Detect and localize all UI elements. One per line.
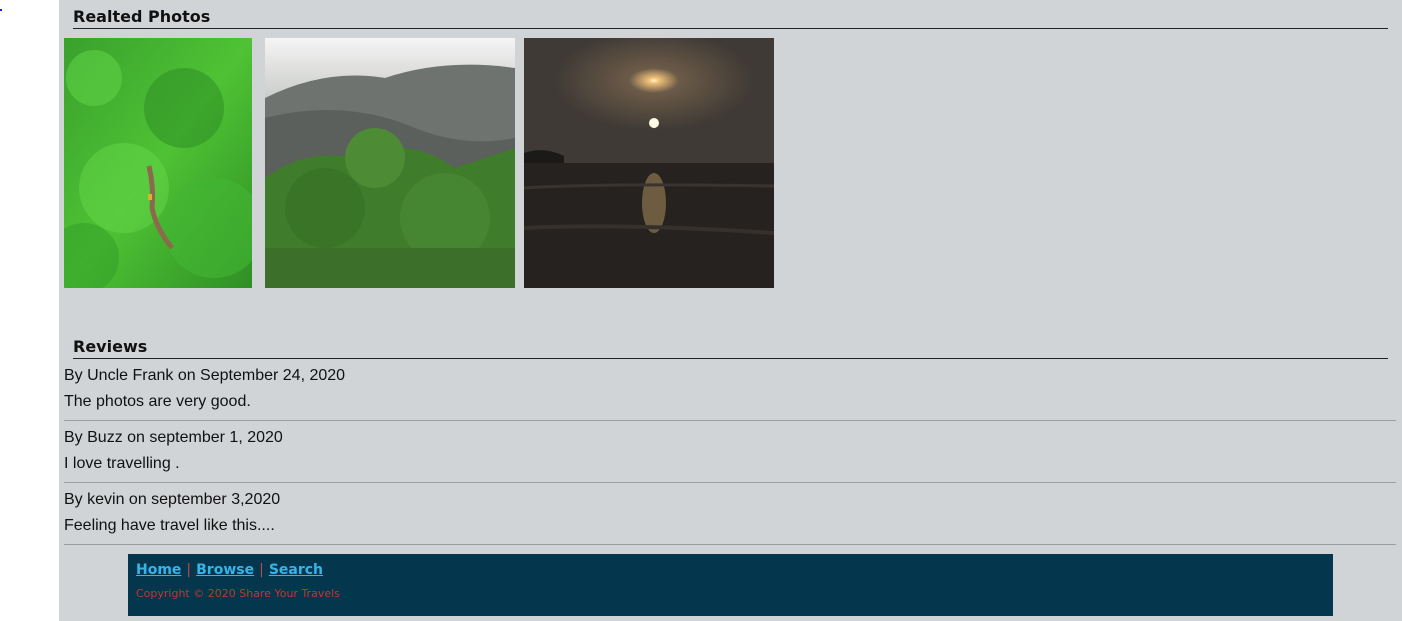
- reviews-heading: Reviews: [73, 337, 1388, 359]
- nav-separator: |: [186, 562, 192, 578]
- nav-separator: |: [259, 562, 264, 578]
- review-item: By Uncle Frank on September 24, 2020 The…: [64, 366, 1396, 421]
- related-photos-heading: Realted Photos: [73, 7, 1388, 29]
- review-divider: [64, 544, 1396, 545]
- copyright-text: Copyright © 2020 Share Your Travels: [136, 587, 340, 600]
- review-divider: [64, 420, 1396, 421]
- review-divider: [64, 482, 1396, 483]
- main-content: Realted Photos Reviews By Uncle Frank on…: [59, 0, 1402, 621]
- stray-dot: [0, 9, 2, 11]
- misty-mountain-forest-photo[interactable]: [265, 38, 515, 288]
- sunset-sea-photo[interactable]: [524, 38, 774, 288]
- page-footer: Home | Browse | Search Copyright © 2020 Shar…: [128, 554, 1333, 616]
- review-author: By Buzz on september 1, 2020: [64, 429, 283, 446]
- green-forest-road-photo[interactable]: [64, 38, 252, 288]
- review-text: The photos are very good.: [64, 393, 251, 410]
- footer-nav: Home | Browse | Search: [136, 562, 323, 578]
- review-author: By kevin on september 3,2020: [64, 491, 281, 508]
- footer-link-search[interactable]: Search: [269, 562, 323, 578]
- footer-link-browse[interactable]: Browse: [196, 562, 254, 578]
- review-author: By Uncle Frank on September 24, 2020: [64, 367, 346, 384]
- review-text: Feeling have travel like this....: [64, 517, 275, 534]
- footer-link-home[interactable]: Home: [136, 562, 181, 578]
- review-item: By kevin on september 3,2020 Feeling hav…: [64, 490, 1396, 545]
- review-text: I love travelling .: [64, 455, 180, 472]
- review-item: By Buzz on september 1, 2020 I love trav…: [64, 428, 1396, 483]
